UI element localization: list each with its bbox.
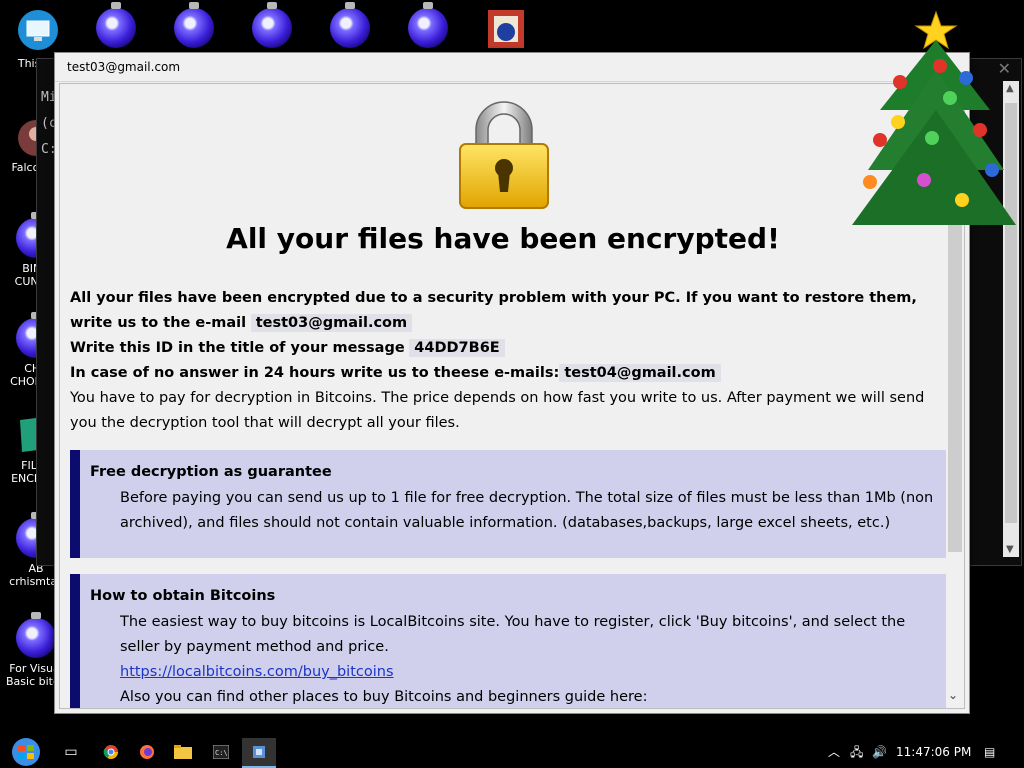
desktop-top-icon[interactable] (94, 2, 138, 52)
ornament-icon (174, 2, 214, 48)
taskbar: ▭ C:\ ︿ 🖧 🔊 11:47:06 PM ▤ (0, 736, 1024, 768)
ornament-icon (330, 2, 370, 48)
christmas-tree-icon (852, 10, 1016, 225)
app-icon (488, 10, 524, 48)
backup-label: In case of no answer in 24 hours write u… (70, 365, 560, 381)
padlock-icon (459, 101, 549, 209)
start-button[interactable] (6, 736, 46, 768)
panel-title: How to obtain Bitcoins (90, 588, 276, 604)
network-icon[interactable]: 🖧 (850, 736, 863, 768)
window-title: test03@gmail.com (55, 53, 969, 82)
victim-id[interactable]: 44DD7B6E (409, 339, 505, 357)
payment-text: You have to pay for decryption in Bitcoi… (70, 390, 925, 431)
note-body: All your files have been encrypted due t… (70, 286, 940, 436)
panel-text: The easiest way to buy bitcoins is Local… (120, 614, 906, 655)
page-title: All your files have been encrypted! (226, 222, 780, 255)
file-explorer-icon[interactable] (166, 738, 200, 766)
volume-icon[interactable]: 🔊 (872, 736, 887, 768)
desktop-top-icon[interactable] (406, 2, 450, 52)
guarantee-panel: Free decryption as guarantee Before payi… (70, 450, 946, 558)
chrome-icon[interactable] (94, 738, 128, 766)
bitcoin-panel: How to obtain Bitcoins The easiest way t… (70, 574, 946, 708)
desktop-top-icon[interactable] (172, 2, 216, 52)
monitor-icon (18, 10, 58, 50)
panel-text: Before paying you can send us up to 1 fi… (120, 490, 934, 531)
note-content: All your files have been encrypted! All … (59, 83, 965, 709)
ornament-icon (96, 2, 136, 48)
clock[interactable]: 11:47:06 PM (896, 736, 971, 768)
contact-email[interactable]: test03@gmail.com (250, 314, 413, 332)
panel-text: Also you can find other places to buy Bi… (120, 689, 648, 705)
localbitcoins-link[interactable]: https://localbitcoins.com/buy_bitcoins (120, 664, 394, 680)
backup-email[interactable]: test04@gmail.com (559, 364, 721, 382)
system-tray: ︿ 🖧 🔊 11:47:06 PM ▤ (824, 736, 1024, 768)
chevron-up-icon[interactable]: ︿ (828, 736, 840, 768)
intro-text: All your files have been encrypted due t… (70, 290, 917, 331)
firefox-icon[interactable] (130, 738, 164, 766)
ornament-icon (408, 2, 448, 48)
running-app-icon[interactable] (242, 738, 276, 768)
chevron-down-icon[interactable]: ⌄ (948, 688, 958, 702)
ransom-note-window: test03@gmail.com All your files have bee… (54, 52, 970, 714)
desktop-top-icon[interactable] (486, 8, 530, 52)
cmd-icon[interactable]: C:\ (204, 738, 238, 766)
notifications-icon[interactable]: ▤ (984, 736, 995, 768)
svg-text:C:\: C:\ (215, 749, 228, 757)
desktop-top-icon[interactable] (250, 2, 294, 52)
id-label: Write this ID in the title of your messa… (70, 340, 405, 356)
panel-title: Free decryption as guarantee (90, 464, 332, 480)
chevron-down-icon[interactable]: ▼ (1006, 544, 1014, 555)
ornament-icon (16, 612, 56, 658)
ornament-icon (252, 2, 292, 48)
task-view-icon[interactable]: ▭ (54, 738, 88, 766)
desktop-top-icon[interactable] (328, 2, 372, 52)
